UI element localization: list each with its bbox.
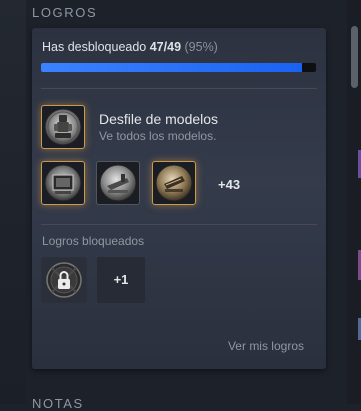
progress-bar-fill xyxy=(41,63,303,72)
picture-frame-icon xyxy=(44,164,82,202)
sewing-machine-icon xyxy=(99,164,137,202)
featured-achievement-title: Desfile de modelos xyxy=(99,111,219,127)
more-unlocked-count[interactable]: +43 xyxy=(218,177,240,192)
progress-bar xyxy=(41,63,316,72)
achievements-panel: Has desbloqueado 47/49 (95%) Desfile de … xyxy=(32,28,326,369)
crate-icon xyxy=(155,164,193,202)
locked-achievement-icon[interactable] xyxy=(41,257,87,303)
progress-count: 47/49 xyxy=(149,40,182,54)
robot-statue-icon xyxy=(44,108,82,146)
view-my-achievements-link[interactable]: Ver mis logros xyxy=(228,339,304,353)
featured-achievement-description: Ve todos los modelos. xyxy=(99,129,217,143)
featured-achievement-icon[interactable] xyxy=(41,105,85,149)
scrollbar-thumb[interactable] xyxy=(351,26,358,88)
divider xyxy=(41,88,317,89)
progress-prefix: Has desbloqueado xyxy=(42,40,147,54)
achievement-icon[interactable] xyxy=(96,161,140,205)
divider xyxy=(41,224,317,225)
scrollbar-track[interactable] xyxy=(347,0,361,404)
more-locked-box[interactable]: +1 xyxy=(97,257,145,303)
achievement-icon[interactable] xyxy=(41,161,85,205)
locked-achievements-label: Logros bloqueados xyxy=(42,234,145,248)
progress-percent: (95%) xyxy=(184,40,218,54)
padlock-icon xyxy=(46,262,82,298)
progress-label: Has desbloqueado 47/49 (95%) xyxy=(42,40,218,54)
achievement-icon[interactable] xyxy=(152,161,196,205)
section-title: LOGROS xyxy=(32,5,98,20)
sidebar-edge xyxy=(0,0,26,404)
more-locked-count: +1 xyxy=(113,272,129,287)
